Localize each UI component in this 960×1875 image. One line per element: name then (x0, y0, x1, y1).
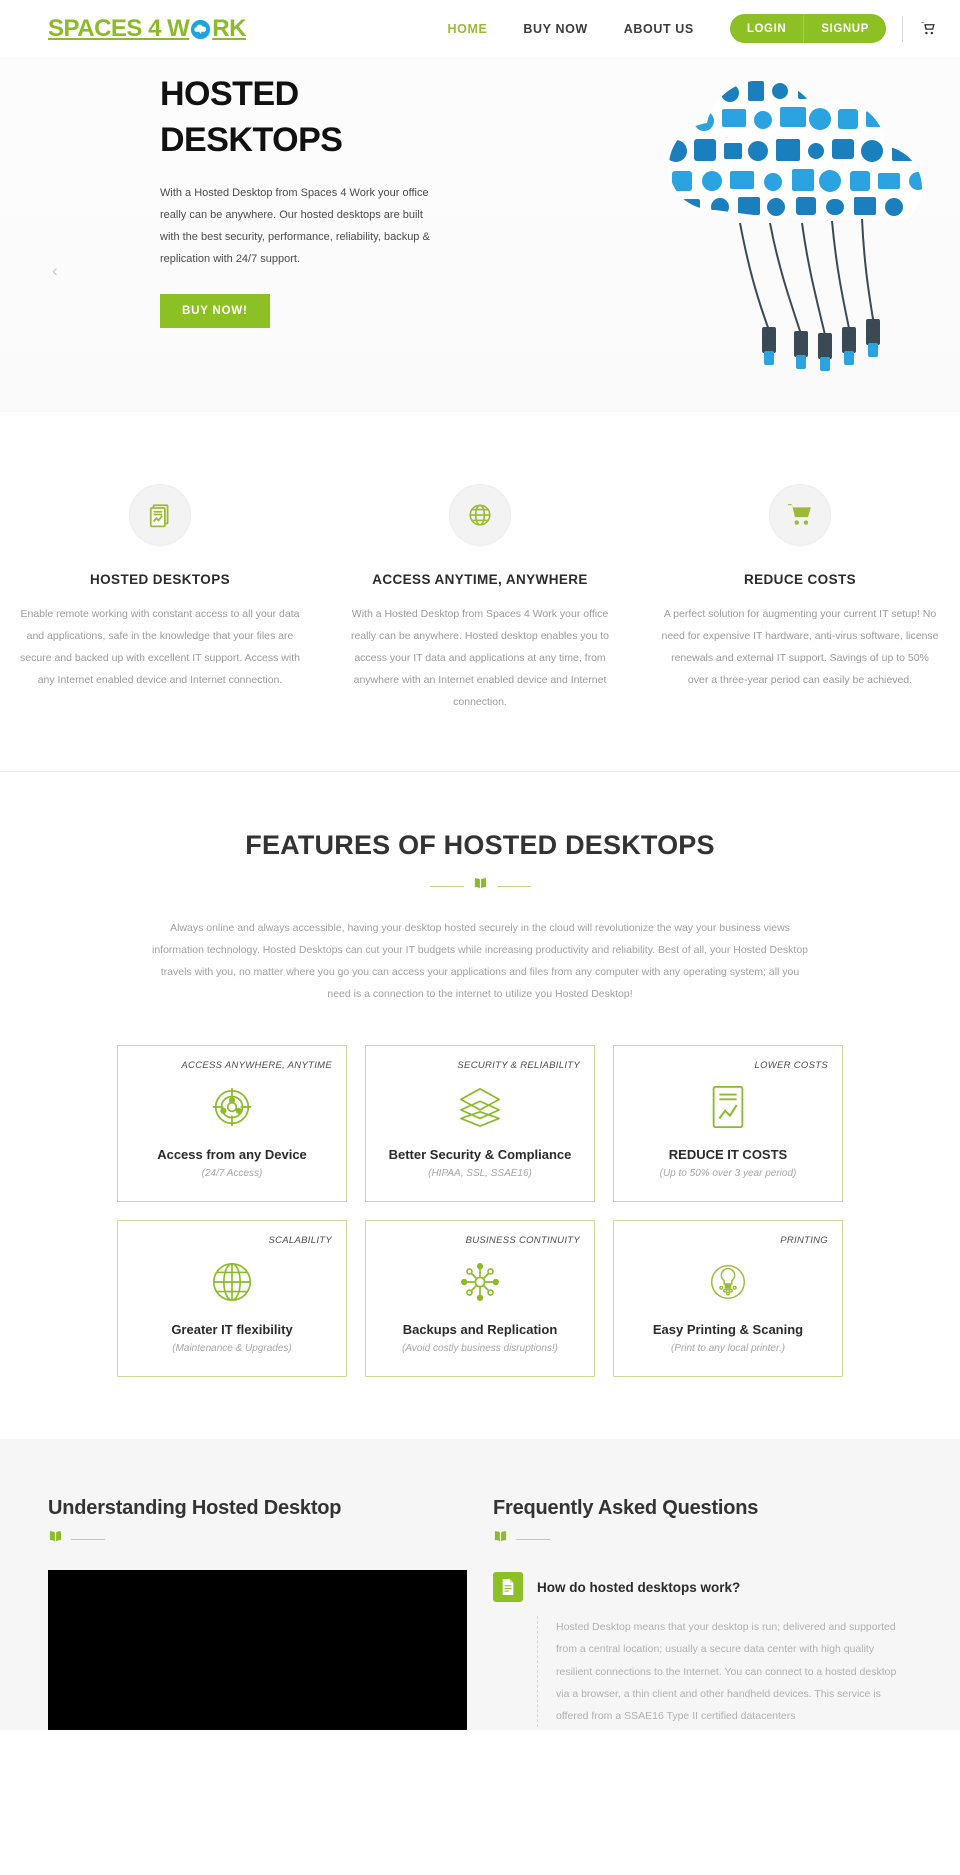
layers-stack-icon (380, 1083, 580, 1131)
feature-card-note: (Maintenance & Upgrades) (172, 1343, 292, 1355)
network-nodes-icon (380, 1258, 580, 1306)
highlights-section: HOSTED DESKTOPS Enable remote working wi… (0, 412, 960, 773)
feature-card-title: Easy Printing & Scaning (652, 1322, 804, 1338)
lightbulb-idea-icon (628, 1258, 828, 1306)
logo-text-before: SPACES 4 W (48, 14, 190, 42)
video-player[interactable] (48, 1570, 467, 1731)
feature-card-note: (HIPAA, SSL, SSAE16) (428, 1168, 532, 1180)
login-button[interactable]: LOGIN (730, 14, 803, 43)
feature-card-title: REDUCE IT COSTS (668, 1147, 788, 1163)
open-book-icon (48, 1530, 63, 1548)
features-description: Always online and always accessible, hav… (152, 922, 808, 1001)
shopping-cart-icon (769, 484, 831, 546)
faq-answer: Hosted Desktop means that your desktop i… (537, 1616, 912, 1727)
faq-item[interactable]: How do hosted desktops work? Hosted Desk… (493, 1572, 912, 1727)
divider-bar (71, 1538, 105, 1540)
highlight-body: With a Hosted Desktop from Spaces 4 Work… (351, 608, 609, 709)
highlight-title: ACCESS ANYTIME, ANYWHERE (372, 572, 588, 587)
signup-button[interactable]: SIGNUP (803, 14, 886, 43)
divider-bar-left (429, 885, 464, 887)
nav-item-home[interactable]: HOME (448, 22, 488, 36)
hero-title-line2: DESKTOPS (160, 120, 343, 159)
features-header: FEATURES OF HOSTED DESKTOPS Always onlin… (0, 830, 960, 1005)
highlight-column-1: HOSTED DESKTOPS Enable remote working wi… (0, 484, 320, 713)
highlight-title: REDUCE COSTS (743, 572, 857, 587)
slider-prev-arrow[interactable]: ‹ (52, 262, 58, 279)
feature-card-tag: SECURITY & RELIABILITY (457, 1060, 580, 1072)
header-divider (902, 15, 903, 42)
auth-buttons: LOGIN SIGNUP (729, 14, 886, 43)
features-title: FEATURES OF HOSTED DESKTOPS (245, 830, 715, 861)
feature-card-note: (Avoid costly business disruptions!) (402, 1343, 558, 1355)
site-header: SPACES 4 W RK HOME BUY NOW ABOUT US LOGI… (0, 0, 960, 57)
chart-report-icon (628, 1083, 828, 1131)
divider-bar-right (496, 885, 531, 887)
highlight-column-2: ACCESS ANYTIME, ANYWHERE With a Hosted D… (320, 484, 640, 713)
feature-card-tag: BUSINESS CONTINUITY (465, 1235, 580, 1247)
hero-slider: ‹ HOSTED DESKTOPS With a Hosted Desktop … (0, 57, 960, 412)
site-logo[interactable]: SPACES 4 W RK (48, 15, 246, 43)
feature-card-tag: ACCESS ANYWHERE, ANYTIME (181, 1060, 332, 1072)
target-network-icon (132, 1083, 332, 1131)
feature-card-tag: PRINTING (780, 1235, 828, 1247)
report-document-icon (129, 484, 191, 546)
feature-card-note: (Up to 50% over 3 year period) (659, 1168, 797, 1180)
faq-question-row[interactable]: How do hosted desktops work? (493, 1572, 912, 1603)
section-divider (493, 1530, 912, 1548)
highlight-body: A perfect solution for augmenting your c… (661, 608, 939, 687)
feature-card-grid: ACCESS ANYWHERE, ANYTIME Access from any… (0, 1005, 960, 1439)
features-section: FEATURES OF HOSTED DESKTOPS Always onlin… (0, 772, 960, 1440)
understanding-title: Understanding Hosted Desktop (48, 1497, 342, 1520)
cloud-upload-icon (190, 19, 211, 40)
feature-card-note: (24/7 Access) (201, 1168, 263, 1180)
feature-card[interactable]: PRINTING Easy Printing & Scaning (Print … (613, 1220, 843, 1378)
hero-title-line1: HOSTED (160, 75, 299, 113)
highlight-body: Enable remote working with constant acce… (20, 608, 300, 687)
globe-network-icon (449, 484, 511, 546)
open-book-icon (473, 877, 488, 895)
nav-item-about-us[interactable]: ABOUT US (624, 22, 694, 36)
divider-bar (516, 1538, 550, 1540)
logo-text-after: RK (212, 14, 246, 42)
feature-card-title: Backups and Replication (402, 1322, 558, 1338)
feature-card-title: Access from any Device (157, 1147, 307, 1163)
open-book-icon (493, 1530, 508, 1548)
highlight-title: HOSTED DESKTOPS (89, 572, 231, 587)
feature-card-note: (Print to any local printer.) (670, 1343, 786, 1355)
faq-column: Frequently Asked Questions How do hosted… (493, 1497, 912, 1730)
feature-card-title: Better Security & Compliance (388, 1147, 572, 1163)
feature-card[interactable]: LOWER COSTS REDUCE IT COSTS (Up to 50% o… (613, 1045, 843, 1203)
feature-card-title: Greater IT flexibility (171, 1322, 293, 1338)
feature-card-tag: LOWER COSTS (754, 1060, 828, 1072)
hero-cloud-illustration (620, 75, 950, 395)
main-navigation: HOME BUY NOW ABOUT US (448, 22, 694, 36)
feature-card[interactable]: BUSINESS CONTINUITY Backups and Replicat… (365, 1220, 595, 1378)
globe-icon (132, 1258, 332, 1306)
nav-item-buy-now[interactable]: BUY NOW (523, 22, 587, 36)
hero-buy-now-button[interactable]: BUY NOW! (160, 293, 270, 328)
highlight-column-3: REDUCE COSTS A perfect solution for augm… (640, 484, 960, 713)
hero-title: HOSTED DESKTOPS (160, 72, 450, 164)
doc-file-icon (493, 1572, 523, 1603)
understanding-column: Understanding Hosted Desktop (48, 1497, 467, 1731)
section-divider (0, 877, 960, 895)
shopping-cart-icon[interactable] (921, 21, 936, 36)
hero-content: HOSTED DESKTOPS With a Hosted Desktop fr… (160, 72, 450, 328)
feature-card[interactable]: ACCESS ANYWHERE, ANYTIME Access from any… (117, 1045, 347, 1203)
faq-question: How do hosted desktops work? (537, 1579, 741, 1595)
faq-title: Frequently Asked Questions (493, 1497, 759, 1520)
feature-card-tag: SCALABILITY (268, 1235, 332, 1247)
hero-paragraph: With a Hosted Desktop from Spaces 4 Work… (160, 186, 430, 265)
header-nav-group: HOME BUY NOW ABOUT US LOGIN SIGNUP (448, 14, 937, 43)
feature-card[interactable]: SCALABILITY Greater IT flexibility (Main… (117, 1220, 347, 1378)
section-divider (48, 1530, 467, 1548)
feature-card[interactable]: SECURITY & RELIABILITY Better Security &… (365, 1045, 595, 1203)
bottom-section: Understanding Hosted Desktop Frequently … (0, 1439, 960, 1731)
